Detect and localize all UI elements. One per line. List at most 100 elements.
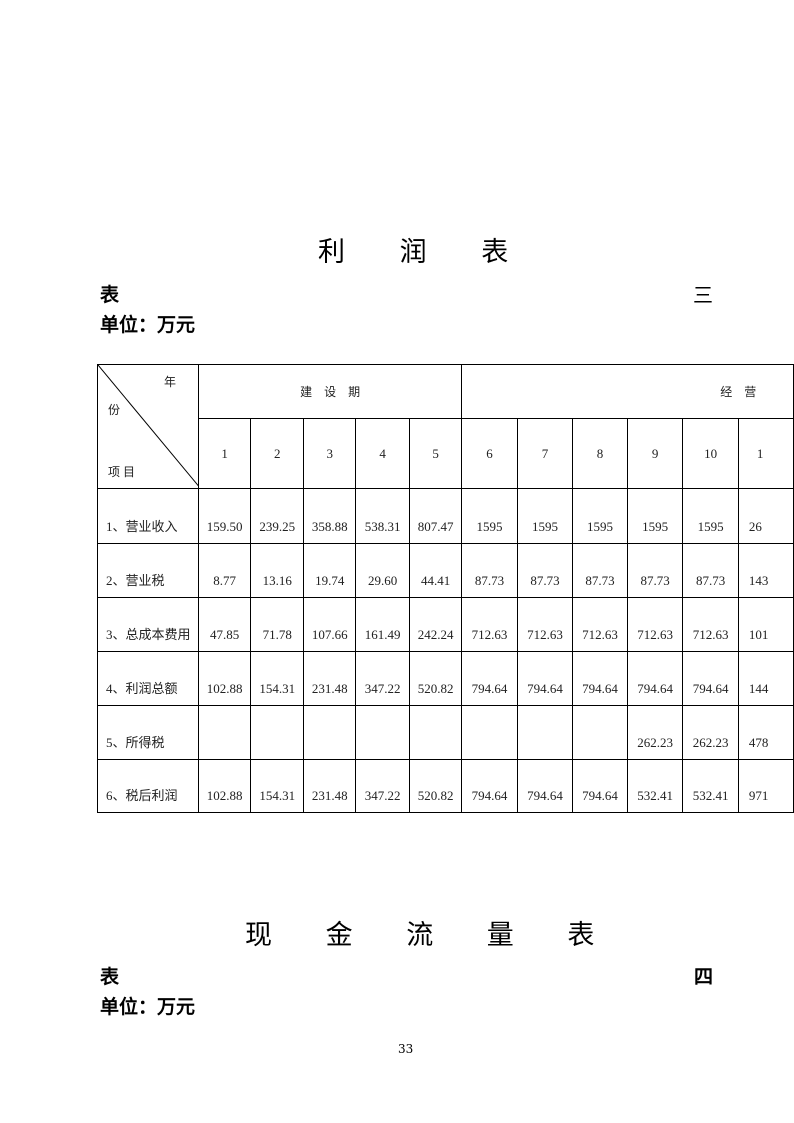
value-cell: 143 <box>737 543 794 598</box>
value-cell: 347.22 <box>355 651 411 706</box>
title-char: 金 <box>325 920 353 951</box>
title-char: 利 <box>318 237 345 268</box>
value-cell: 44.41 <box>409 543 463 598</box>
operation-period-header: 经 营 <box>461 364 794 419</box>
value-cell: 1595 <box>572 488 628 544</box>
value-cell: 1595 <box>461 488 518 544</box>
value-cell: 29.60 <box>355 543 411 598</box>
value-cell: 532.41 <box>626 759 684 813</box>
value-cell <box>516 705 574 760</box>
page-number: 33 <box>398 1042 414 1056</box>
year-header-cell: 9 <box>626 418 684 489</box>
value-cell: 87.73 <box>461 543 518 598</box>
table-row: 6、税后利润 102.88 154.31 231.48 347.22 520.82 794.… <box>96 759 794 813</box>
table-row: 2、营业税 8.77 13.16 19.74 29.60 44.41 87.73 87.73 8… <box>96 543 794 598</box>
year-header-cell: 4 <box>355 418 411 489</box>
value-cell: 1595 <box>516 488 574 544</box>
value-cell: 712.63 <box>572 597 628 652</box>
profit-table: 年 份 项 目 建 设 期 经 营 1 2 3 4 5 6 7 8 9 10 1 1、营业收入 159… <box>96 364 794 813</box>
corner-item: 项 目 <box>108 465 136 479</box>
value-cell: 478 <box>737 705 794 760</box>
value-cell: 102.88 <box>198 759 252 813</box>
value-cell: 794.64 <box>516 759 574 813</box>
value-cell: 538.31 <box>355 488 411 544</box>
title-char: 流 <box>406 920 434 951</box>
cashflow-table-label: 表 <box>100 966 120 988</box>
value-cell <box>572 705 628 760</box>
value-cell: 87.73 <box>572 543 628 598</box>
value-cell: 161.49 <box>355 597 411 652</box>
year-header-cell: 8 <box>572 418 628 489</box>
value-cell: 102.88 <box>198 651 252 706</box>
profit-table-number: 三 <box>693 283 713 307</box>
row-label: 3、总成本费用 <box>96 597 200 652</box>
value-cell: 87.73 <box>516 543 574 598</box>
table-row: 1、营业收入 159.50 239.25 358.88 538.31 807.47 1595… <box>96 488 794 544</box>
year-header-cell: 1 <box>737 418 794 489</box>
title-char: 表 <box>567 920 595 951</box>
value-cell: 13.16 <box>250 543 305 598</box>
value-cell: 71.78 <box>250 597 305 652</box>
year-header-cell: 5 <box>409 418 463 489</box>
year-header-cell: 1 <box>198 418 252 489</box>
profit-table-title: 利 润 表 <box>318 230 508 269</box>
value-cell: 712.63 <box>682 597 739 652</box>
year-header-cell: 10 <box>682 418 739 489</box>
value-cell: 971 <box>737 759 794 813</box>
title-char: 表 <box>481 237 509 268</box>
table-row: 5、所得税 262.23 262.23 478 <box>96 705 794 760</box>
value-cell: 47.85 <box>198 597 252 652</box>
title-char: 量 <box>486 920 514 951</box>
value-cell: 794.64 <box>626 651 684 706</box>
value-cell: 8.77 <box>198 543 252 598</box>
value-cell: 358.88 <box>303 488 357 544</box>
value-cell: 1595 <box>626 488 684 544</box>
year-header-cell: 2 <box>250 418 305 489</box>
title-char: 润 <box>399 237 427 268</box>
value-cell: 347.22 <box>355 759 411 813</box>
value-cell: 794.64 <box>572 759 628 813</box>
table-row: 4、利润总额 102.88 154.31 231.48 347.22 520.82 794.… <box>96 651 794 706</box>
row-label: 1、营业收入 <box>96 488 200 544</box>
value-cell: 154.31 <box>250 759 305 813</box>
value-cell: 1595 <box>682 488 739 544</box>
value-cell: 231.48 <box>303 651 357 706</box>
value-cell <box>250 705 305 760</box>
cashflow-table-unit: 单位：万元 <box>100 996 196 1018</box>
value-cell: 101 <box>737 597 794 652</box>
value-cell <box>303 705 357 760</box>
value-cell: 239.25 <box>250 488 305 544</box>
row-label: 2、营业税 <box>96 543 200 598</box>
value-cell: 794.64 <box>572 651 628 706</box>
value-cell: 19.74 <box>303 543 357 598</box>
year-header-cell: 6 <box>461 418 518 489</box>
value-cell: 87.73 <box>626 543 684 598</box>
title-char: 现 <box>245 920 272 951</box>
value-cell: 532.41 <box>682 759 739 813</box>
value-cell: 712.63 <box>626 597 684 652</box>
row-label: 4、利润总额 <box>96 651 200 706</box>
value-cell: 712.63 <box>461 597 518 652</box>
value-cell <box>461 705 518 760</box>
value-cell: 144 <box>737 651 794 706</box>
value-cell: 520.82 <box>409 651 463 706</box>
value-cell: 154.31 <box>250 651 305 706</box>
profit-table-unit: 单位：万元 <box>100 314 196 336</box>
value-cell: 231.48 <box>303 759 357 813</box>
cashflow-table-title: 现 金 流 量 表 <box>245 913 594 952</box>
corner-year: 年 <box>164 375 177 389</box>
value-cell <box>198 705 252 760</box>
value-cell: 794.64 <box>461 759 518 813</box>
value-cell: 107.66 <box>303 597 357 652</box>
value-cell: 520.82 <box>409 759 463 813</box>
profit-table-label: 表 <box>100 284 120 306</box>
construction-period-header: 建 设 期 <box>198 364 463 419</box>
table-row: 3、总成本费用 47.85 71.78 107.66 161.49 242.24 712.6… <box>96 597 794 652</box>
year-header-cell: 7 <box>516 418 574 489</box>
year-header-cell: 3 <box>303 418 357 489</box>
value-cell: 242.24 <box>409 597 463 652</box>
value-cell <box>409 705 463 760</box>
value-cell: 262.23 <box>682 705 739 760</box>
value-cell: 794.64 <box>682 651 739 706</box>
value-cell: 807.47 <box>409 488 463 544</box>
